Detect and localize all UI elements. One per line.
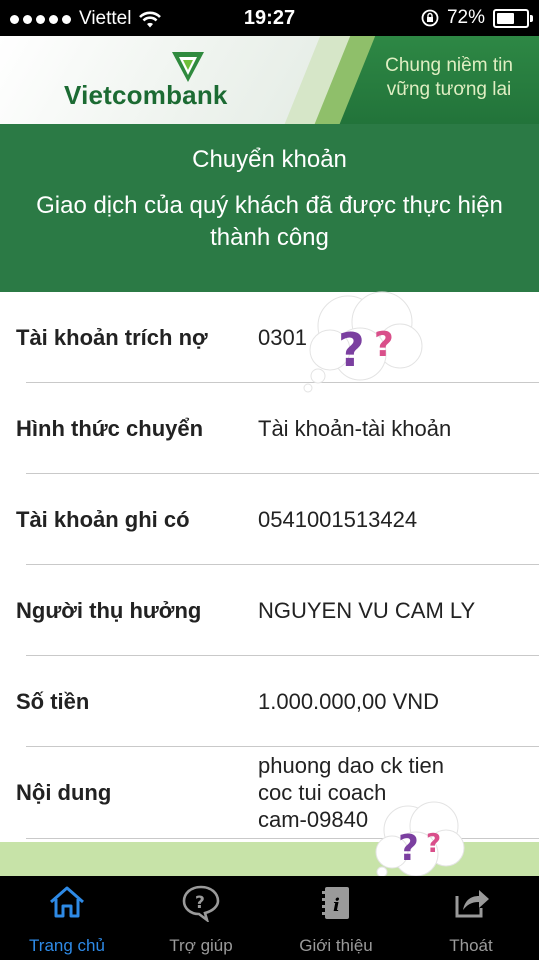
question-bubble-sticker: ? ? bbox=[303, 291, 423, 393]
svg-text:?: ? bbox=[338, 323, 365, 377]
status-bar: Viettel 19:27 72% bbox=[0, 0, 539, 36]
battery-info: 72% bbox=[421, 7, 533, 29]
detail-value: NGUYEN VU CAM LY bbox=[258, 597, 476, 623]
battery-icon bbox=[493, 8, 533, 28]
tab-help[interactable]: ? Trợ giúp bbox=[134, 876, 268, 960]
detail-label: Tài khoản trích nợ bbox=[16, 324, 208, 350]
home-icon bbox=[50, 886, 84, 918]
slogan-line-1: Chung niềm tin bbox=[385, 55, 513, 76]
tab-exit[interactable]: Thoát bbox=[404, 876, 538, 960]
svg-text:?: ? bbox=[426, 829, 441, 859]
page-title: Chuyển khoản bbox=[192, 146, 347, 173]
orientation-lock-icon bbox=[421, 9, 439, 27]
tab-label: Trang chủ bbox=[29, 936, 105, 955]
bottom-tab-bar: Trang chủ ? Trợ giúp i Giới thiệu Thoát bbox=[0, 876, 539, 960]
transaction-details: Tài khoản trích nợ 0301 Hình thức chuyển… bbox=[0, 292, 539, 839]
detail-label: Người thụ hưởng bbox=[16, 597, 202, 623]
svg-text:?: ? bbox=[195, 893, 205, 913]
tab-label: Giới thiệu bbox=[299, 936, 373, 955]
detail-label: Số tiền bbox=[16, 688, 90, 714]
detail-value: 1.000.000,00 VND bbox=[258, 688, 440, 714]
detail-row-debit-account: Tài khoản trích nợ 0301 bbox=[0, 292, 539, 383]
detail-row-credit-account: Tài khoản ghi có 0541001513424 bbox=[0, 474, 539, 565]
battery-percent: 72% bbox=[446, 7, 485, 28]
detail-row-transfer-type: Hình thức chuyển Tài khoản-tài khoản bbox=[0, 383, 539, 474]
exit-share-icon bbox=[455, 890, 489, 918]
detail-value: 0541001513424 bbox=[258, 506, 418, 532]
detail-row-amount: Số tiền 1.000.000,00 VND bbox=[0, 656, 539, 747]
detail-row-beneficiary: Người thụ hưởng NGUYEN VU CAM LY bbox=[0, 565, 539, 656]
detail-value: Tài khoản-tài khoản bbox=[258, 415, 452, 441]
svg-text:i: i bbox=[333, 895, 340, 916]
detail-label: Hình thức chuyển bbox=[16, 415, 204, 441]
svg-text:?: ? bbox=[398, 828, 419, 869]
tab-about[interactable]: i Giới thiệu bbox=[269, 876, 403, 960]
detail-label: Nội dung bbox=[16, 779, 112, 805]
slogan: Chung niềm tin vững tương lai bbox=[374, 54, 524, 102]
brand-name: Vietcombank bbox=[64, 80, 228, 110]
transaction-header: Chuyển khoản Giao dịch của quý khách đã … bbox=[0, 124, 539, 292]
vietcombank-logo-icon bbox=[172, 52, 204, 82]
tab-label: Thoát bbox=[449, 936, 493, 955]
tab-label: Trợ giúp bbox=[169, 936, 233, 955]
info-book-icon: i bbox=[322, 887, 349, 919]
bank-banner: Vietcombank Chung niềm tin vững tương la… bbox=[0, 36, 539, 124]
question-bubble-sticker-2: ? ? bbox=[375, 801, 465, 878]
svg-text:?: ? bbox=[374, 325, 394, 365]
help-icon: ? bbox=[182, 885, 220, 922]
tab-home[interactable]: Trang chủ bbox=[0, 876, 134, 960]
detail-label: Tài khoản ghi có bbox=[16, 506, 190, 532]
slogan-line-2: vững tương lai bbox=[386, 79, 512, 100]
success-message: Giao dịch của quý khách đã được thực hiệ… bbox=[36, 192, 503, 251]
